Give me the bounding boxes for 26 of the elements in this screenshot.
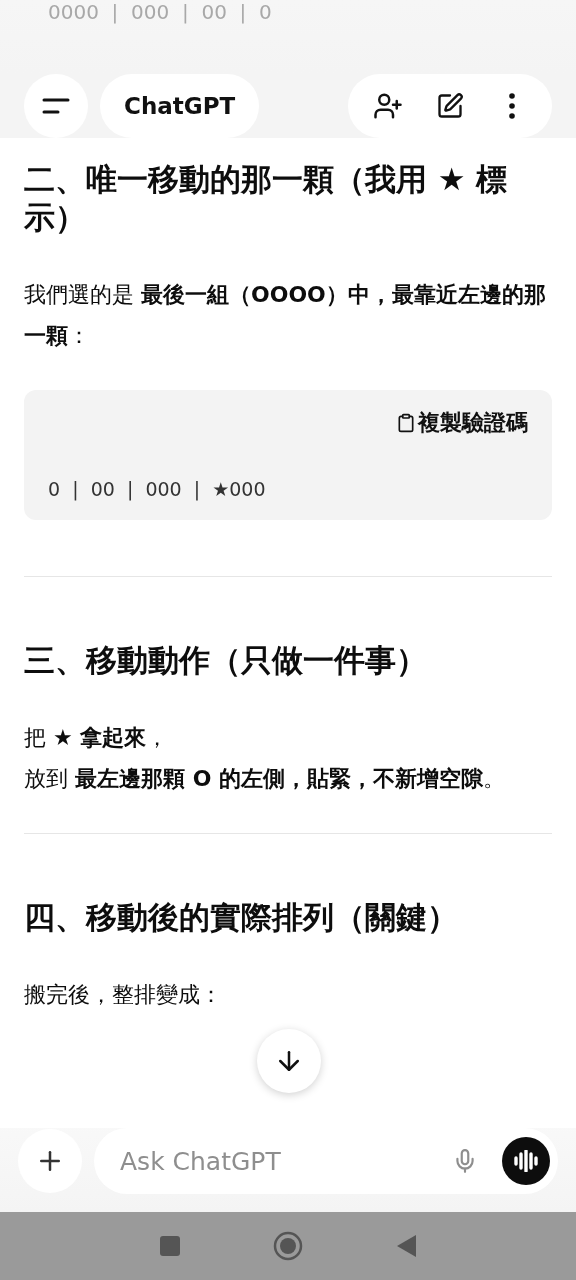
square-icon (159, 1235, 181, 1257)
sound-wave-icon (513, 1150, 539, 1172)
back-button[interactable] (395, 1234, 417, 1258)
home-button[interactable] (273, 1231, 303, 1261)
clipboard-icon (396, 413, 416, 433)
voice-button[interactable] (502, 1137, 550, 1185)
triangle-icon (395, 1234, 417, 1258)
menu-icon (42, 98, 70, 114)
section-heading: 三、移動動作（只做一件事） (24, 641, 428, 679)
code-text: 0000 | 000 | 00 | 0 (47, 0, 273, 24)
paragraph-line: 搬完後，整排變成： (24, 981, 223, 1009)
circle-icon (273, 1231, 303, 1261)
code-text: 0 | 00 | 000 | ★000 (48, 478, 267, 500)
scroll-down-button[interactable] (257, 1029, 321, 1093)
paragraph-line: 我們選的是 最後一組（OOOO）中，最靠近左邊的那一顆： (24, 281, 547, 350)
message-field[interactable]: Ask ChatGPT (94, 1128, 558, 1194)
more-icon (509, 93, 515, 119)
paragraph-line: 把 ★ 拿起來， (24, 724, 170, 752)
pen-square-icon (436, 92, 464, 120)
recents-button[interactable] (159, 1235, 181, 1257)
copy-button[interactable]: 複製驗證碼 (396, 408, 528, 438)
model-title[interactable]: ChatGPT (100, 74, 260, 138)
add-person-icon (373, 91, 403, 121)
paragraph-line: 放到 最左邊那顆 O 的左側，貼緊，不新增空隙。 (24, 765, 507, 793)
section-heading: 四、移動後的實際排列（關鍵） (24, 898, 459, 936)
section-heading: 二、唯一移動的那一顆（我用 ★ 標示） (24, 160, 509, 236)
